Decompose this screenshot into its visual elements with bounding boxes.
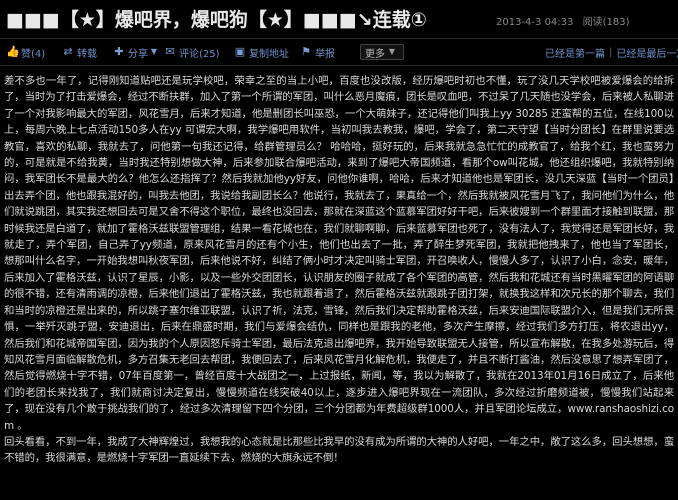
nav-divider: | xyxy=(609,46,613,58)
more-label: 更多 xyxy=(365,48,385,60)
blog-post-page: ■■■【★】爆吧界，爆吧狗【★】■■■↘连载① 2013-4-3 04:33 阅… xyxy=(0,0,678,500)
share-button[interactable]: ✚ 分享 ▼ xyxy=(113,45,161,60)
post-content: 差不多也一年了，记得刚知道贴吧还是玩学校吧，荣幸之至的当上小吧，百度也没改版，经… xyxy=(4,73,674,467)
report-label: 举报 xyxy=(315,48,335,60)
paragraph: 差不多也一年了，记得刚知道贴吧还是玩学校吧，荣幸之至的当上小吧，百度也没改版，经… xyxy=(4,75,674,432)
like-label: 赞(4) xyxy=(21,48,46,60)
post-meta: 2013-4-3 04:33 阅读(183) xyxy=(496,13,635,28)
last-post-link[interactable]: 已经是最后一篇 xyxy=(616,45,678,60)
title-bar: ■■■【★】爆吧界，爆吧狗【★】■■■↘连载① 2013-4-3 04:33 阅… xyxy=(0,0,678,39)
repost-button[interactable]: ⇄ 转载 xyxy=(62,45,97,60)
post-toolbar: 👍 赞(4) ⇄ 转载 ✚ 分享 ▼ ✉ 评论(25) ▣ 复制地址 ⚑ 举报 … xyxy=(0,39,678,66)
chevron-down-icon: ▼ xyxy=(150,47,158,56)
comment-label: 评论(25) xyxy=(179,48,220,60)
like-button[interactable]: 👍 赞(4) xyxy=(6,45,46,60)
copy-address-label: 复制地址 xyxy=(249,48,289,60)
share-label: 分享 xyxy=(128,48,148,60)
chevron-down-icon: ▼ xyxy=(388,47,396,56)
copy-address-button[interactable]: ▣ 复制地址 xyxy=(234,45,289,60)
more-button[interactable]: 更多 ▼ xyxy=(360,44,404,60)
share-icon: ✚ xyxy=(114,45,124,58)
post-date: 2013-4-3 04:33 xyxy=(496,17,574,28)
post-title: ■■■【★】爆吧界，爆吧狗【★】■■■↘连载① xyxy=(6,9,427,31)
view-count: 阅读(183) xyxy=(582,17,630,28)
thumbs-up-icon: 👍 xyxy=(6,45,20,58)
report-icon: ⚑ xyxy=(301,45,311,58)
repost-icon: ⇄ xyxy=(63,45,73,58)
report-button[interactable]: ⚑ 举报 xyxy=(300,45,335,60)
comment-icon: ✉ xyxy=(165,45,175,58)
repost-label: 转载 xyxy=(77,48,97,60)
copy-icon: ▣ xyxy=(234,45,246,58)
post-navigation: 已经是第一篇 | 已经是最后一篇 xyxy=(545,45,678,60)
first-post-link[interactable]: 已经是第一篇 xyxy=(545,45,605,60)
paragraph: 回头看看，不到一年，我成了大神辉煌过，我想我的心态就是比那些比我早的没有成为所谓… xyxy=(4,435,674,465)
comment-button[interactable]: ✉ 评论(25) xyxy=(164,45,220,60)
